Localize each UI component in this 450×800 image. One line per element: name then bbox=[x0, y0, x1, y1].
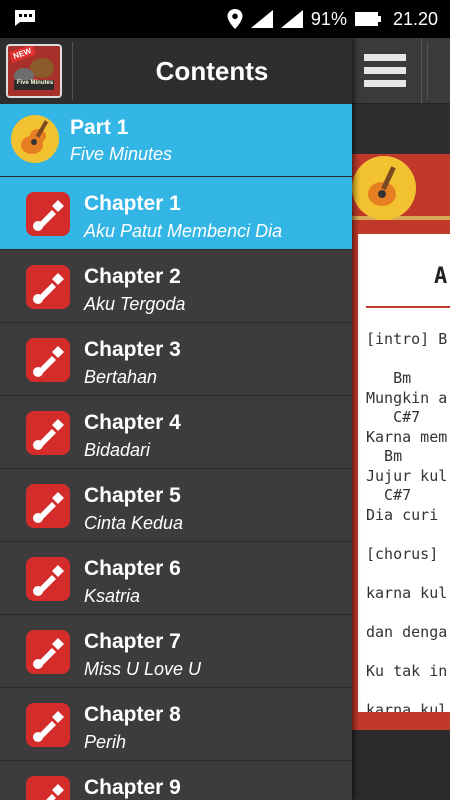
chapter-icon bbox=[26, 265, 70, 309]
location-icon bbox=[227, 9, 243, 29]
chapter-subtitle: Ksatria bbox=[84, 586, 141, 606]
signal-2-icon bbox=[280, 10, 303, 28]
signal-1-icon bbox=[250, 10, 273, 28]
battery-percent: 91% bbox=[310, 8, 347, 29]
status-bar: 91% 21.20 bbox=[0, 0, 450, 38]
guitar-badge-icon bbox=[11, 115, 59, 163]
guitar-chapter-icon bbox=[26, 192, 70, 236]
clock: 21.20 bbox=[392, 8, 438, 29]
menu-icon-bar bbox=[364, 80, 406, 87]
menu-icon-bar bbox=[364, 67, 406, 74]
guitar-chapter-icon bbox=[26, 703, 70, 747]
chapter-subtitle: Perih bbox=[84, 732, 127, 752]
reader-bottom-bar bbox=[350, 730, 450, 800]
guitar-chapter-icon bbox=[26, 776, 70, 800]
chapter-title: Chapter 9 bbox=[84, 776, 181, 799]
song-title: A bbox=[434, 264, 448, 289]
chapter-subtitle: Aku Tergoda bbox=[84, 294, 186, 314]
guitar-chapter-icon bbox=[26, 630, 70, 674]
part-icon bbox=[10, 114, 60, 164]
chapter-icon bbox=[26, 557, 70, 601]
battery-icon bbox=[354, 12, 381, 26]
chapter-subtitle: Aku Patut Membenci Dia bbox=[84, 221, 283, 241]
menu-button[interactable] bbox=[350, 38, 422, 104]
chapter-item[interactable]: Chapter 1 Aku Patut Membenci Dia bbox=[0, 177, 352, 250]
part-title: Part 1 bbox=[70, 116, 129, 139]
chapter-icon bbox=[26, 192, 70, 236]
chapter-item[interactable]: Chapter 8 Perih bbox=[0, 688, 352, 761]
chapter-item[interactable]: Chapter 5 Cinta Kedua bbox=[0, 469, 352, 542]
chapter-item[interactable]: Chapter 4 Bidadari bbox=[0, 396, 352, 469]
chapter-subtitle: Miss U Love U bbox=[84, 659, 202, 679]
bbm-chat-icon bbox=[15, 10, 35, 26]
drawer-title: Contents bbox=[155, 56, 269, 86]
navigation-drawer: NEW Five Minutes Contents Part 1 Five Min… bbox=[0, 38, 352, 800]
part-item[interactable]: Part 1 Five Minutes bbox=[0, 104, 352, 177]
chapter-title: Chapter 6 bbox=[84, 557, 181, 580]
chapter-subtitle: Bidadari bbox=[84, 440, 151, 460]
title-divider bbox=[366, 306, 450, 308]
chapter-item[interactable]: Chapter 7 Miss U Love U bbox=[0, 615, 352, 688]
chapter-item[interactable]: Chapter 6 Ksatria bbox=[0, 542, 352, 615]
chapter-title: Chapter 2 bbox=[84, 265, 181, 288]
lyrics-card: A [intro] B Bm Mungkin a C#7 Karna mem B… bbox=[350, 220, 450, 730]
chapter-item[interactable]: Chapter 9 bbox=[0, 761, 352, 800]
screen: 91% 21.20 A [intro] B Bm Mungkin a C#7 K… bbox=[0, 0, 450, 800]
chapter-title: Chapter 5 bbox=[84, 484, 181, 507]
app-icon-caption: Five Minutes bbox=[16, 80, 54, 86]
chapter-item[interactable]: Chapter 3 Bertahan bbox=[0, 323, 352, 396]
chapter-icon bbox=[26, 338, 70, 382]
chapter-icon bbox=[26, 411, 70, 455]
chapter-icon bbox=[26, 484, 70, 528]
guitar-chapter-icon bbox=[26, 338, 70, 382]
lyrics-text: [intro] B Bm Mungkin a C#7 Karna mem Bm … bbox=[366, 330, 448, 712]
reader-toolbar bbox=[350, 38, 450, 104]
guitar-badge-icon bbox=[352, 156, 416, 220]
chapter-subtitle: Bertahan bbox=[84, 367, 158, 387]
guitar-chapter-icon bbox=[26, 484, 70, 528]
background-reader: A [intro] B Bm Mungkin a C#7 Karna mem B… bbox=[350, 38, 450, 800]
status-right: 91% 21.20 bbox=[227, 0, 438, 38]
guitar-chapter-icon bbox=[26, 265, 70, 309]
lyrics-sheet: A [intro] B Bm Mungkin a C#7 Karna mem B… bbox=[358, 234, 450, 712]
reader-subbar bbox=[350, 104, 450, 154]
menu-icon bbox=[364, 54, 406, 61]
chapter-title: Chapter 3 bbox=[84, 338, 181, 361]
chapter-icon bbox=[26, 630, 70, 674]
app-icon[interactable]: NEW Five Minutes bbox=[6, 44, 62, 98]
part-subtitle: Five Minutes bbox=[70, 144, 173, 164]
drawer-header: NEW Five Minutes Contents bbox=[0, 38, 352, 104]
chapter-icon bbox=[26, 776, 70, 800]
guitar-chapter-icon bbox=[26, 557, 70, 601]
chapter-title: Chapter 4 bbox=[84, 411, 181, 434]
guitar-chapter-icon bbox=[26, 411, 70, 455]
chapter-item[interactable]: Chapter 2 Aku Tergoda bbox=[0, 250, 352, 323]
chapter-title: Chapter 7 bbox=[84, 630, 181, 653]
chapter-subtitle: Cinta Kedua bbox=[84, 513, 184, 533]
chapter-title: Chapter 1 bbox=[84, 192, 181, 215]
chapter-title: Chapter 8 bbox=[84, 703, 181, 726]
toolbar-divider bbox=[427, 42, 428, 100]
chapter-icon bbox=[26, 703, 70, 747]
